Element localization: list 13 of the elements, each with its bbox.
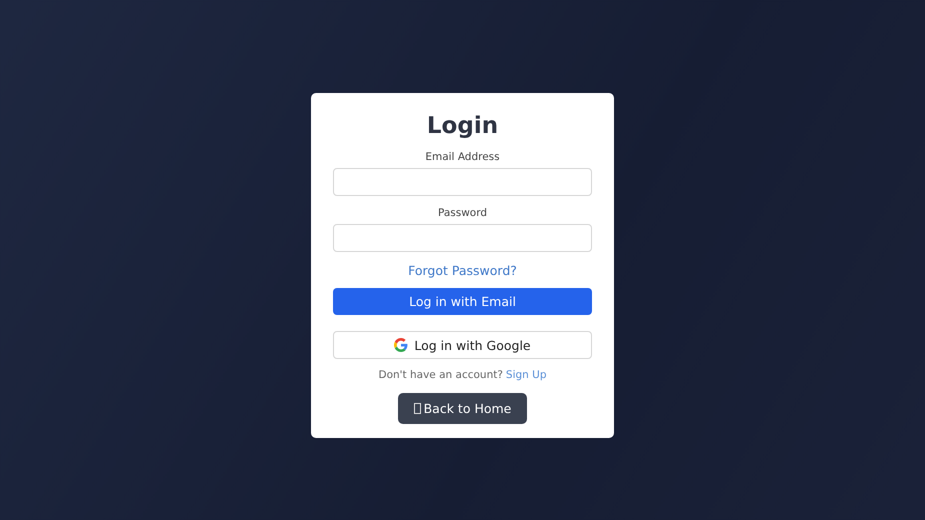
signup-prompt: Don't have an account? bbox=[378, 369, 503, 381]
login-title: Login bbox=[426, 112, 498, 141]
sign-up-link[interactable]: Sign Up bbox=[506, 369, 547, 381]
input-field[interactable] bbox=[333, 168, 592, 196]
google-icon bbox=[394, 338, 408, 352]
email-login-button[interactable]: Log in with Email bbox=[333, 288, 592, 315]
field-label: Password bbox=[438, 207, 488, 219]
field-label: Email Address bbox=[425, 151, 500, 163]
google-login-button[interactable]: Log in with Google bbox=[333, 331, 592, 359]
missing-glyph-icon bbox=[414, 403, 421, 414]
input-field[interactable] bbox=[333, 224, 592, 252]
back-home-button[interactable]: Back to Home bbox=[398, 393, 528, 424]
forgot-password-link[interactable]: Forgot Password? bbox=[408, 263, 517, 278]
